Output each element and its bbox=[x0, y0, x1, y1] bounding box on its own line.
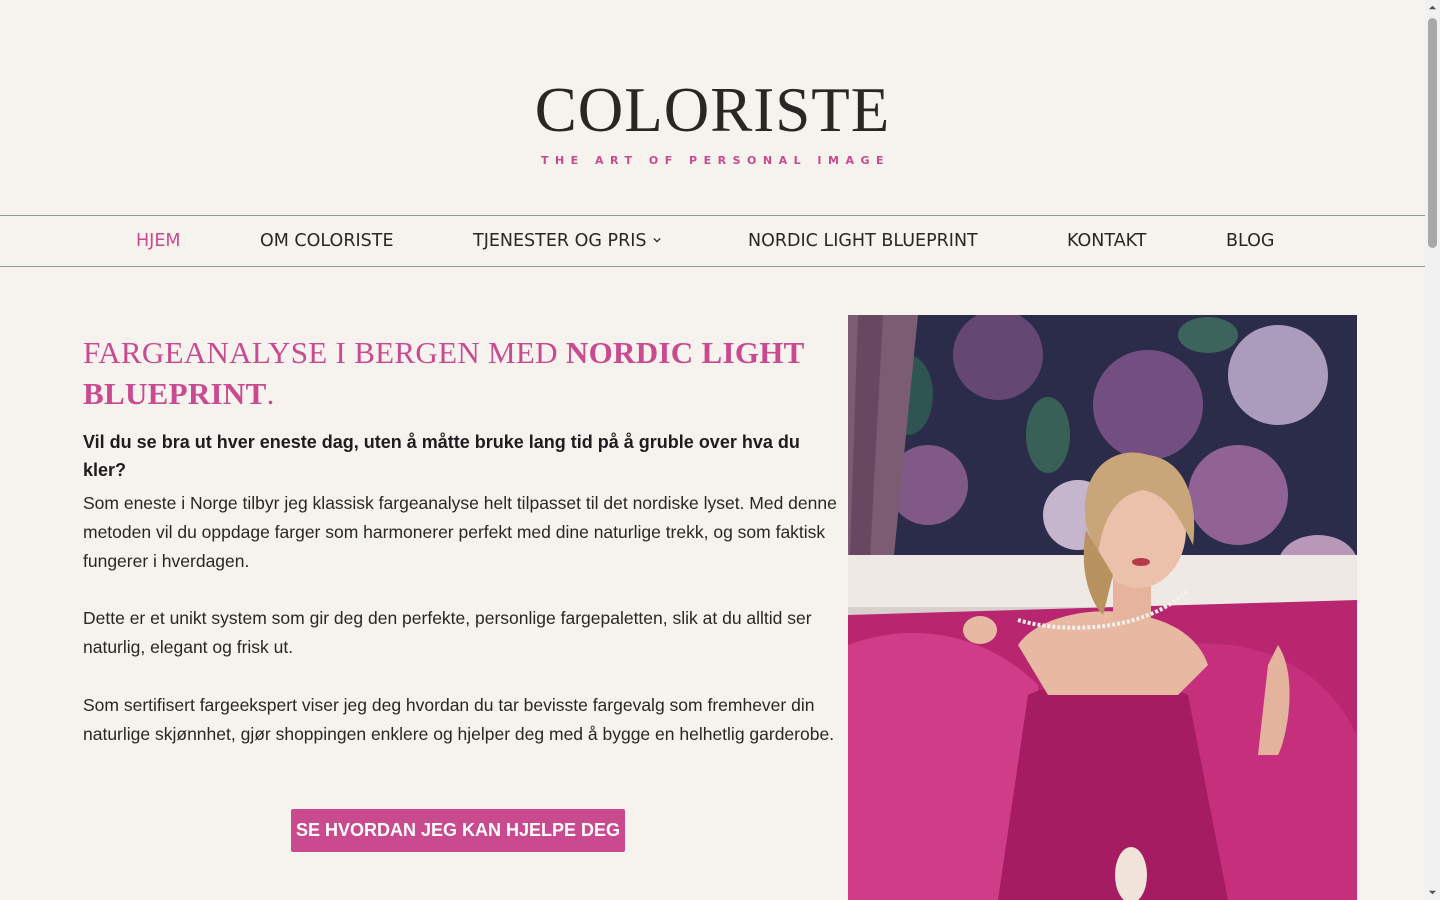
intro-paragraph-1: Som eneste i Norge tilbyr jeg klassisk f… bbox=[83, 493, 837, 571]
logo-tagline: THE ART OF PERSONAL IMAGE bbox=[540, 154, 891, 167]
nav-item-hjem[interactable]: HJEM bbox=[136, 216, 180, 266]
title-light: FARGEANALYSE I BERGEN MED bbox=[83, 335, 566, 370]
scroll-up-arrow-icon[interactable] bbox=[1428, 3, 1437, 12]
nav-item-tjenester-og-pris[interactable]: TJENESTER OG PRIS bbox=[473, 216, 661, 266]
nav-item-tjenester-label: TJENESTER OG PRIS bbox=[473, 231, 647, 251]
nav-item-blog[interactable]: BLOG bbox=[1226, 216, 1274, 266]
page: COLORISTE THE ART OF PERSONAL IMAGE HJEM… bbox=[0, 0, 1425, 900]
intro-paragraph-2: Dette er et unikt system som gir deg den… bbox=[83, 608, 812, 657]
site-logo[interactable]: COLORISTE THE ART OF PERSONAL IMAGE bbox=[0, 78, 1425, 167]
title-end: . bbox=[266, 376, 275, 411]
nav-item-nordic-light-blueprint[interactable]: NORDIC LIGHT BLUEPRINT bbox=[748, 216, 978, 266]
logo-wordmark: COLORISTE bbox=[534, 75, 891, 145]
chevron-down-icon bbox=[652, 237, 661, 243]
hero-photo bbox=[848, 315, 1357, 900]
scroll-thumb[interactable] bbox=[1428, 18, 1437, 248]
lead-question: Vil du se bra ut hver eneste dag, uten å… bbox=[83, 432, 800, 480]
scroll-down-arrow-icon[interactable] bbox=[1428, 888, 1437, 897]
nav-item-om-coloriste[interactable]: OM COLORISTE bbox=[260, 216, 394, 266]
page-title: FARGEANALYSE I BERGEN MED NORDIC LIGHT B… bbox=[83, 332, 823, 414]
intro-paragraph-3: Som sertifisert fargeekspert viser jeg d… bbox=[83, 695, 835, 744]
cta-button[interactable]: SE HVORDAN JEG KAN HJELPE DEG bbox=[291, 809, 625, 852]
scrollbar[interactable] bbox=[1425, 0, 1440, 900]
main-nav: HJEM OM COLORISTE TJENESTER OG PRIS NORD… bbox=[0, 215, 1425, 267]
nav-item-kontakt[interactable]: KONTAKT bbox=[1067, 216, 1147, 266]
hero-photo-illustration bbox=[848, 315, 1357, 900]
